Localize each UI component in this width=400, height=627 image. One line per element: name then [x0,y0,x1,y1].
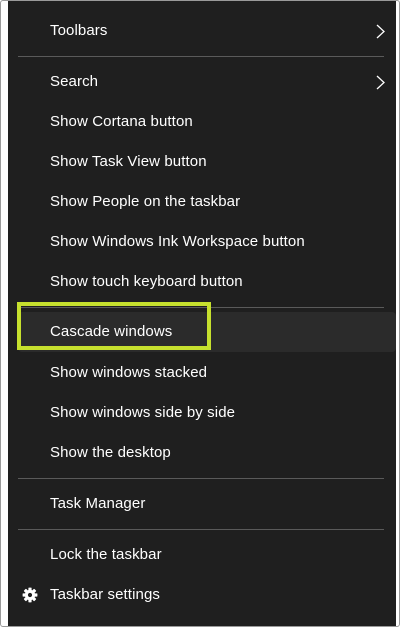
menu-item-show-touch-keyboard-button[interactable]: Show touch keyboard button [8,262,396,302]
menu-item-show-people[interactable]: Show People on the taskbar [8,182,396,222]
menu-item-show-the-desktop[interactable]: Show the desktop [8,433,396,473]
menu-item-search[interactable]: Search [8,62,396,102]
menu-item-lock-the-taskbar[interactable]: Lock the taskbar [8,535,396,575]
menu-item-task-manager[interactable]: Task Manager [8,484,396,524]
menu-item-label: Show Windows Ink Workspace button [50,233,305,250]
menu-separator [18,56,384,57]
menu-item-label: Search [50,73,99,90]
menu-item-show-cortana-button[interactable]: Show Cortana button [8,102,396,142]
menu-item-show-windows-side-by-side[interactable]: Show windows side by side [8,393,396,433]
menu-item-label: Toolbars [50,22,108,39]
menu-separator [18,307,384,308]
menu-item-label: Lock the taskbar [50,546,162,563]
menu-item-show-windows-stacked[interactable]: Show windows stacked [8,353,396,393]
chevron-right-icon [376,24,385,39]
menu-separator [18,529,384,530]
menu-item-label: Show Cortana button [50,113,193,130]
menu-item-label: Show touch keyboard button [50,273,243,290]
menu-item-label: Show People on the taskbar [50,193,241,210]
gear-icon [22,587,38,603]
menu-item-label: Taskbar settings [50,586,160,603]
menu-item-label: Show windows stacked [50,364,208,381]
screenshot-frame: Toolbars Search Show Cortana button Show… [0,0,400,627]
menu-item-label: Cascade windows [50,323,173,340]
menu-item-toolbars[interactable]: Toolbars [8,11,396,51]
menu-item-label: Task Manager [50,495,146,512]
menu-item-label: Show Task View button [50,153,207,170]
menu-item-label: Show the desktop [50,444,171,461]
menu-item-show-task-view-button[interactable]: Show Task View button [8,142,396,182]
menu-item-show-ink-workspace-button[interactable]: Show Windows Ink Workspace button [8,222,396,262]
taskbar-context-menu: Toolbars Search Show Cortana button Show… [8,1,396,626]
chevron-right-icon [376,75,385,90]
menu-item-taskbar-settings[interactable]: Taskbar settings [8,575,396,615]
menu-item-label: Show windows side by side [50,404,236,421]
menu-separator [18,478,384,479]
menu-item-cascade-windows[interactable]: Cascade windows [18,312,396,352]
